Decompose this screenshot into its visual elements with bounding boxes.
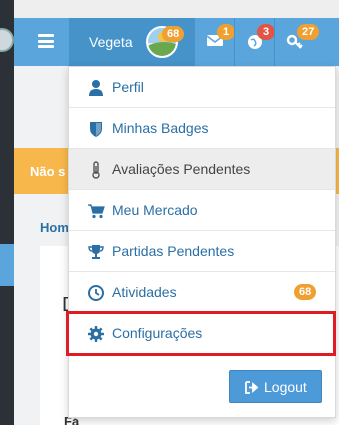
menu-item-label: Avaliações Pendentes [112, 161, 251, 177]
page-top-strip [14, 0, 339, 18]
shield-icon [90, 122, 102, 137]
menu-item-label: Atividades [112, 284, 177, 300]
menu-item-meu-mercado[interactable]: Meu Mercado [69, 190, 335, 231]
user-dropdown-menu: Perfil Minhas Badges Avaliações Pendente… [68, 66, 336, 418]
top-navbar: Vegeta 68 1 3 27 [14, 18, 339, 66]
menu-item-minhas-badges[interactable]: Minhas Badges [69, 108, 335, 149]
menu-item-label: Perfil [112, 79, 144, 95]
messages-button[interactable]: 1 [194, 18, 235, 66]
sidebar-active-item[interactable] [0, 244, 14, 286]
clock-icon [88, 285, 104, 301]
thermometer-icon [92, 161, 100, 179]
menu-item-perfil[interactable]: Perfil [69, 67, 335, 108]
menu-item-label: Partidas Pendentes [112, 243, 235, 259]
menu-item-label: Meu Mercado [112, 202, 198, 218]
trophy-icon [88, 245, 104, 259]
keys-button[interactable]: 27 [274, 18, 320, 66]
menu-item-avaliacoes-pendentes[interactable]: Avaliações Pendentes [69, 149, 335, 190]
gear-icon [88, 326, 104, 342]
atividades-badge: 68 [294, 284, 317, 300]
notifications-button[interactable]: 3 [234, 18, 275, 66]
hamburger-menu-icon[interactable] [38, 34, 54, 48]
menu-item-atividades[interactable]: Atividades 68 [69, 272, 335, 313]
menu-item-configuracoes[interactable]: Configurações [69, 313, 335, 354]
alert-text: Não s [30, 164, 66, 179]
cart-icon [88, 204, 105, 219]
breadcrumb[interactable]: Hom [40, 220, 69, 235]
logout-label: Logout [264, 379, 307, 395]
logout-icon [245, 381, 259, 394]
menu-item-partidas-pendentes[interactable]: Partidas Pendentes [69, 231, 335, 272]
menu-item-label: Minhas Badges [112, 120, 209, 136]
avatar-badge: 68 [162, 26, 185, 42]
keys-badge: 27 [297, 24, 320, 40]
menu-item-label: Configurações [112, 325, 203, 341]
username: Vegeta [89, 34, 133, 50]
notifications-badge: 3 [257, 24, 275, 40]
logo-icon [0, 28, 14, 52]
user-icon [89, 80, 103, 96]
left-sidebar [0, 0, 14, 425]
messages-badge: 1 [217, 24, 235, 40]
logout-button[interactable]: Logout [229, 370, 322, 403]
